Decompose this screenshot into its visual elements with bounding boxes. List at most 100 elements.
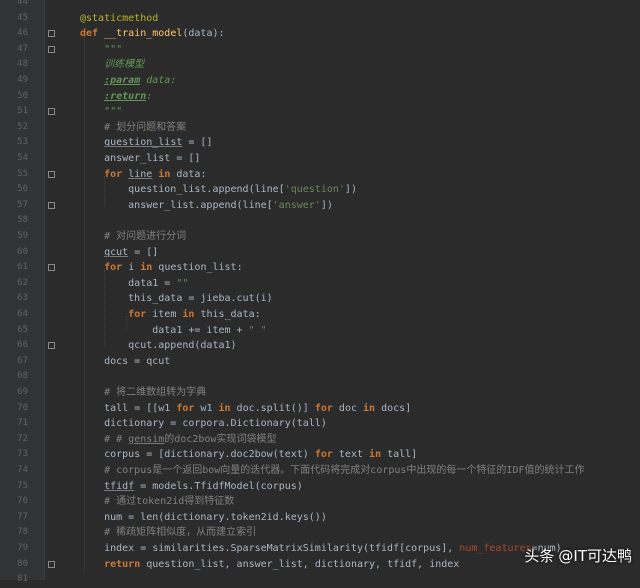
code-token: for <box>104 168 129 180</box>
code-editor[interactable]: 44 45 @staticmethod 46 def __train_model(dat… <box>0 0 640 584</box>
line-number: 63 <box>17 293 28 304</box>
code-token: in <box>140 262 159 274</box>
line-number: 67 <box>17 355 28 366</box>
code-line[interactable]: 77 num = len(dictionary.token2id.keys()) <box>0 510 640 526</box>
code-token: docs] <box>381 402 412 414</box>
line-number: 65 <box>17 324 28 335</box>
code-line[interactable]: 44 <box>0 0 640 11</box>
code-line[interactable]: 69 # 将二维数组转为字典 <box>0 385 640 401</box>
code-line[interactable]: 66 qcut.append(data1) <box>0 338 640 354</box>
code-line[interactable]: 51 """ <box>0 104 640 120</box>
code-line[interactable]: 52 # 划分问题和答案 <box>0 120 640 136</box>
line-number: 59 <box>17 231 28 241</box>
code-line[interactable]: 64 for item in this_data: <box>0 307 640 323</box>
code-line[interactable]: 62 data1 = "" <box>0 276 640 292</box>
line-number: 57 <box>17 199 28 210</box>
code-line[interactable]: 61 for i in question_list: <box>0 260 640 276</box>
code-text: qcut = [] <box>80 245 158 261</box>
line-number: 70 <box>17 402 28 413</box>
code-line[interactable]: 50 :return: <box>0 89 640 105</box>
code-line[interactable]: 53 question_list = [] <box>0 135 640 151</box>
code-token: gensim <box>128 433 165 445</box>
code-token: data: <box>140 75 177 86</box>
code-text: # corpus是一个返回bow向量的迭代器。下面代码将完成对corpus中出现… <box>80 463 584 479</box>
code-line[interactable]: 58 <box>0 213 640 229</box>
fold-marker-icon[interactable] <box>48 264 55 272</box>
code-line[interactable]: 59 # 对问题进行分词 <box>0 229 640 245</box>
code-line[interactable]: 73 corpus = [dictionary.doc2bow(text) fo… <box>0 447 640 463</box>
line-number: 49 <box>17 75 28 85</box>
code-line[interactable]: 48 训练模型 <box>0 57 640 73</box>
code-line[interactable]: 71 dictionary = corpora.Dictionary(tall) <box>0 416 640 432</box>
code-line[interactable]: 47 """ <box>0 42 640 58</box>
line-number: 73 <box>17 449 28 460</box>
fold-marker-icon[interactable] <box>48 30 55 38</box>
fold-marker-icon[interactable] <box>48 108 55 116</box>
code-token: # 稀疏矩阵相似度，从而建立索引 <box>80 527 257 539</box>
code-text: for item in this_data: <box>80 307 261 323</box>
code-line[interactable]: 49 :param data: <box>0 73 640 89</box>
code-token: for <box>176 402 201 414</box>
code-token: = [] <box>182 137 213 149</box>
code-token: question_list, answer_list, dictionary, … <box>146 558 460 570</box>
code-token: this_data: <box>200 309 261 320</box>
code-line[interactable]: 45 @staticmethod <box>0 11 640 27</box>
code-text: question_list.append(line['question']) <box>80 182 357 198</box>
code-line[interactable]: 78 # 稀疏矩阵相似度，从而建立索引 <box>0 525 640 541</box>
code-token: # # <box>80 433 129 445</box>
line-number: 64 <box>17 309 28 319</box>
code-line[interactable]: 76 # 通过token2id得到特征数 <box>0 494 640 510</box>
line-number: 61 <box>17 262 28 273</box>
code-text: num = len(dictionary.token2id.keys()) <box>80 510 327 526</box>
code-line[interactable]: 60 qcut = [] <box>0 245 640 261</box>
code-line[interactable]: 70 tall = [[w1 for w1 in doc.split()] fo… <box>0 401 640 417</box>
code-text: answer_list.append(line['answer']) <box>80 198 333 214</box>
fold-marker-icon[interactable] <box>48 342 55 350</box>
fold-marker-icon[interactable] <box>48 201 55 209</box>
code-token: data1 = <box>80 277 177 289</box>
code-token: answer_list = [] <box>80 153 201 164</box>
code-text: return question_list, answer_list, dicti… <box>80 557 459 573</box>
line-number: 54 <box>17 153 28 163</box>
code-token: num_features <box>459 543 532 554</box>
fold-marker-icon[interactable] <box>48 560 55 568</box>
code-token: text <box>338 449 370 461</box>
fold-marker-icon[interactable] <box>48 45 55 53</box>
watermark: 头条 @IT可达鸭 <box>524 545 632 566</box>
code-token: for <box>128 309 153 320</box>
code-token: in <box>218 402 237 414</box>
code-token: 训练模型 <box>80 59 145 71</box>
line-number: 48 <box>17 59 28 70</box>
code-line[interactable]: 54 answer_list = [] <box>0 151 640 167</box>
code-line[interactable]: 57 answer_list.append(line['answer']) <box>0 198 640 214</box>
code-token: in <box>182 309 201 320</box>
code-line[interactable]: 75 tfidf = models.TfidfModel(corpus) <box>0 479 640 495</box>
line-number: 71 <box>17 418 28 429</box>
code-line[interactable]: 55 for line in data: <box>0 167 640 183</box>
code-line[interactable]: 67 docs = qcut <box>0 354 640 370</box>
code-line[interactable]: 74 # corpus是一个返回bow向量的迭代器。下面代码将完成对corpus… <box>0 463 640 479</box>
code-text: dictionary = corpora.Dictionary(tall) <box>80 416 327 432</box>
fold-marker-icon[interactable] <box>48 170 55 178</box>
code-text: :return: <box>80 89 152 105</box>
code-token: docs = qcut <box>80 355 171 367</box>
code-token: corpus = [dictionary.doc2bow(text) <box>80 449 315 461</box>
line-number: 80 <box>17 558 28 569</box>
indent-guide <box>84 36 85 572</box>
line-number: 72 <box>17 433 28 444</box>
code-token: 'answer' <box>272 199 321 211</box>
code-token: for <box>104 262 129 274</box>
code-line[interactable]: 63 this_data = jieba.cut(i) <box>0 291 640 307</box>
code-token: """ <box>80 43 123 55</box>
line-number: 78 <box>17 527 28 538</box>
code-text: @staticmethod <box>80 11 158 27</box>
code-line[interactable]: 68 <box>0 369 640 385</box>
code-line[interactable]: 65 data1 += item + " " <box>0 323 640 339</box>
line-number: 74 <box>17 465 28 475</box>
code-token: data: <box>176 168 207 180</box>
code-line[interactable]: 72 # # gensim的doc2bow实现词袋模型 <box>0 432 640 448</box>
code-line[interactable]: 46 def __train_model(data): <box>0 26 640 42</box>
line-number: 66 <box>17 340 28 351</box>
code-token: ]) <box>320 199 333 211</box>
code-line[interactable]: 56 question_list.append(line['question']… <box>0 182 640 198</box>
